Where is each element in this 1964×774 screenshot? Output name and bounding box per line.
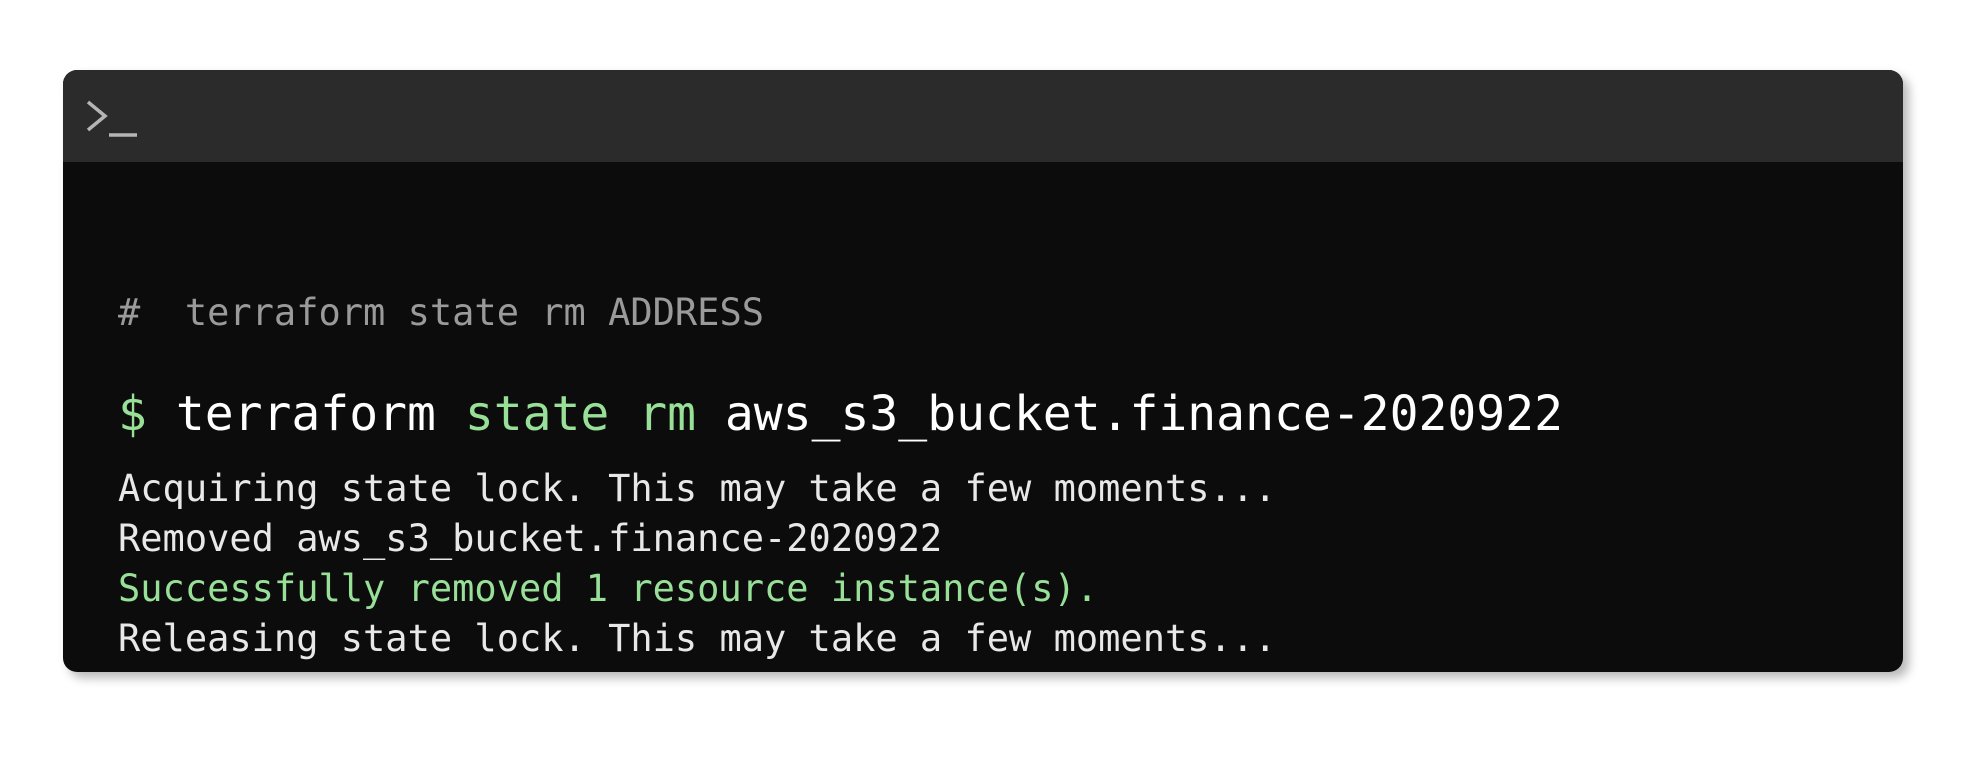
usage-comment: # terraform state rm ADDRESS <box>118 291 765 334</box>
terminal-window: # terraform state rm ADDRESS $ terraform… <box>63 70 1903 672</box>
command-program: terraform <box>175 386 436 442</box>
output-line: Releasing state lock. This may take a fe… <box>118 617 1277 660</box>
command-subcommand: state rm <box>464 386 696 442</box>
output-line: Acquiring state lock. This may take a fe… <box>118 467 1277 510</box>
output-line-success: Successfully removed 1 resource instance… <box>118 567 1099 610</box>
terminal-prompt-icon <box>86 100 137 137</box>
output-line: Removed aws_s3_bucket.finance-2020922 <box>118 517 943 560</box>
command-output: Acquiring state lock. This may take a fe… <box>118 464 1276 664</box>
command-argument: aws_s3_bucket.finance-2020922 <box>724 386 1563 442</box>
prompt-symbol: $ <box>118 386 147 442</box>
terminal-titlebar <box>63 70 1903 162</box>
command-line: $ terraform state rm aws_s3_bucket.finan… <box>118 390 1563 438</box>
